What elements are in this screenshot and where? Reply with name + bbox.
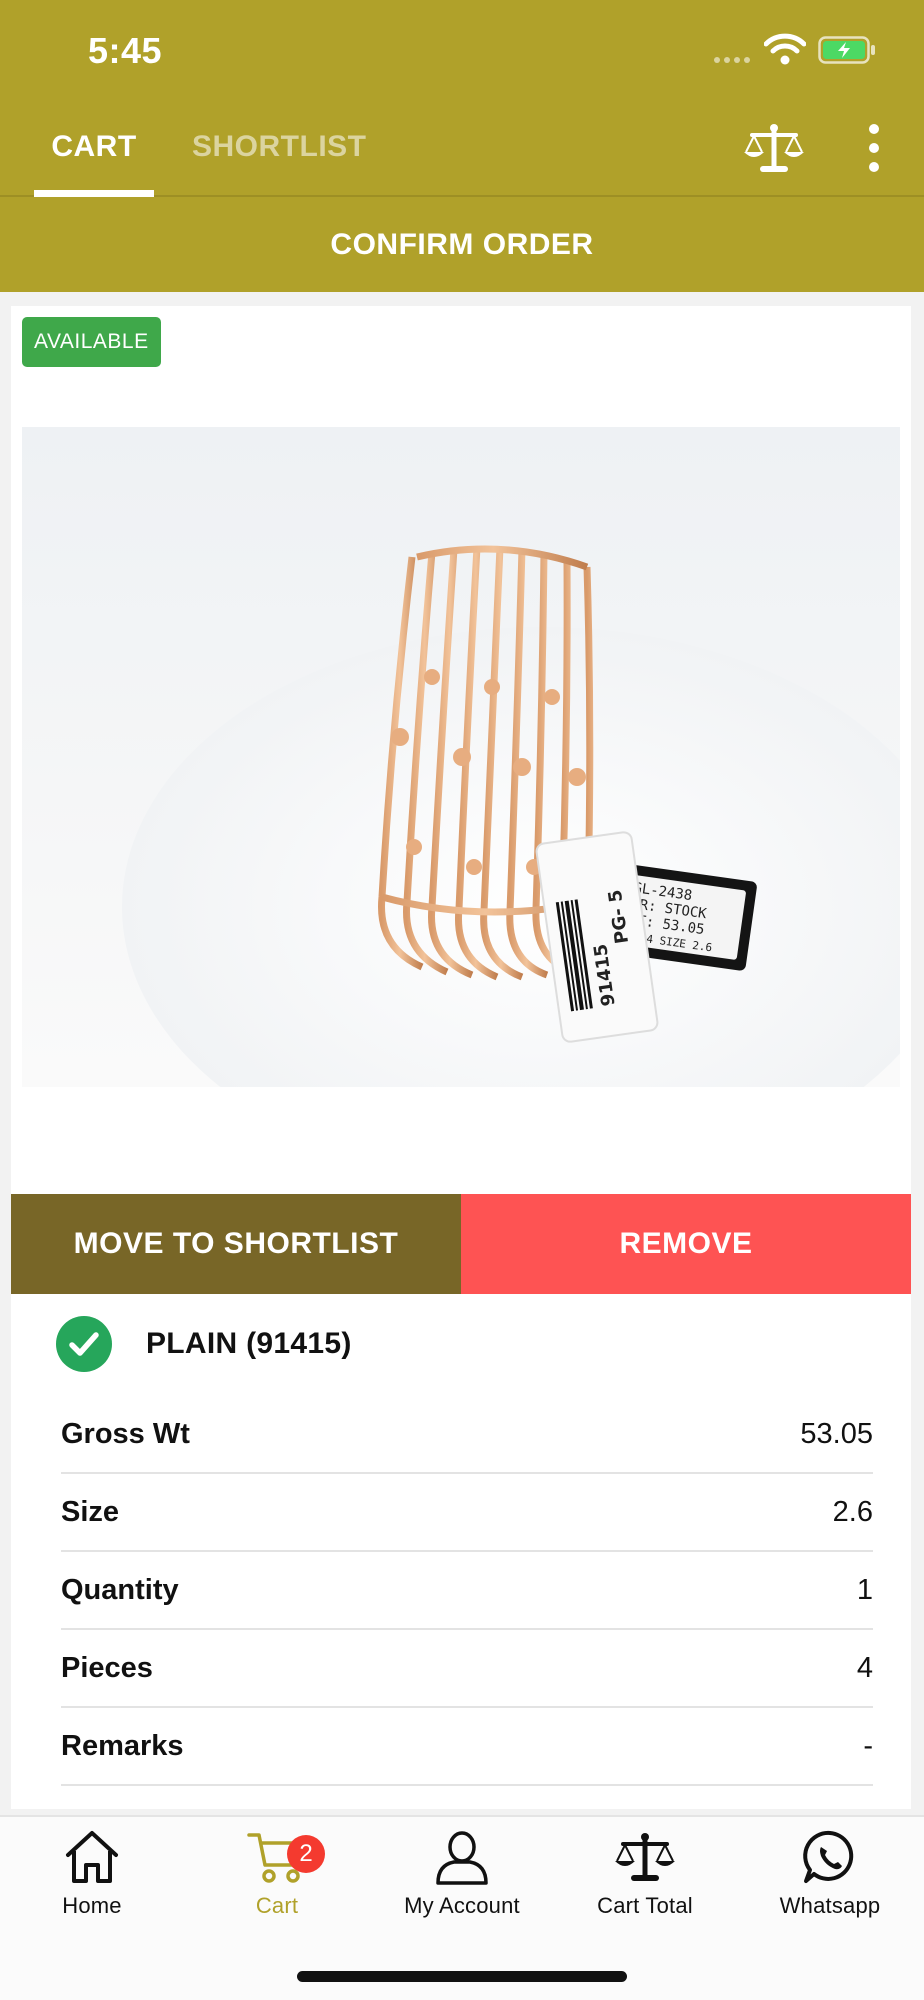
spec-label: Remarks xyxy=(61,1729,184,1762)
nav-cart-total-label: Cart Total xyxy=(597,1893,693,1918)
home-icon xyxy=(66,1831,118,1883)
availability-badge: AVAILABLE xyxy=(22,317,161,367)
nav-home[interactable]: Home xyxy=(0,1827,184,1937)
spec-value: - xyxy=(863,1729,873,1762)
cart-tabs: CART SHORTLIST xyxy=(0,100,924,197)
status-bar: 5:45 xyxy=(0,0,924,100)
app-header: 5:45 CART SHORTLIST CONFIRM ORDER xyxy=(0,0,924,292)
nav-my-account-label: My Account xyxy=(404,1893,520,1918)
nav-cart[interactable]: 2 Cart xyxy=(185,1827,369,1937)
move-to-shortlist-button[interactable]: MOVE TO SHORTLIST xyxy=(11,1194,461,1294)
spec-label: Pieces xyxy=(61,1651,153,1684)
cart-count-badge: 2 xyxy=(287,1835,325,1873)
remove-button[interactable]: REMOVE xyxy=(461,1194,911,1294)
spec-row-gross-wt: Gross Wt 53.05 xyxy=(61,1396,873,1474)
user-icon xyxy=(436,1831,488,1885)
product-name: PLAIN (91415) xyxy=(146,1327,352,1360)
scale-icon[interactable] xyxy=(744,122,804,174)
cellular-signal-icon xyxy=(714,57,750,63)
product-image[interactable]: GL-2438 OR: STOCK WT: 53.05 CE 4 SIZE 2.… xyxy=(22,427,900,1087)
nav-cart-total[interactable]: Cart Total xyxy=(553,1827,737,1937)
spec-value: 2.6 xyxy=(832,1495,873,1528)
confirm-order-button[interactable]: CONFIRM ORDER xyxy=(0,198,924,292)
nav-home-label: Home xyxy=(62,1893,122,1918)
product-specs: Gross Wt 53.05 Size 2.6 Quantity 1 Piece… xyxy=(61,1396,873,1786)
product-title-row: PLAIN (91415) xyxy=(56,1314,352,1374)
cart-item-card: AVAILABLE GL-2438 OR: STOCK WT: 53.05 CE… xyxy=(11,306,911,1809)
spec-row-size: Size 2.6 xyxy=(61,1474,873,1552)
battery-icon xyxy=(818,36,875,64)
nav-cart-label: Cart xyxy=(255,1893,299,1918)
tab-cart[interactable]: CART xyxy=(34,130,154,197)
whatsapp-icon xyxy=(803,1830,854,1883)
wifi-icon xyxy=(764,33,806,65)
spec-value: 4 xyxy=(856,1651,873,1684)
check-icon[interactable] xyxy=(56,1316,112,1372)
status-time: 5:45 xyxy=(88,30,163,71)
scale-icon xyxy=(615,1833,675,1881)
nav-whatsapp-label: Whatsapp xyxy=(779,1893,881,1918)
nav-whatsapp[interactable]: Whatsapp xyxy=(738,1827,922,1937)
spec-row-quantity: Quantity 1 xyxy=(61,1552,873,1630)
spec-value: 1 xyxy=(856,1573,873,1606)
home-indicator[interactable] xyxy=(297,1971,627,1982)
tab-shortlist[interactable]: SHORTLIST xyxy=(192,130,367,164)
nav-my-account[interactable]: My Account xyxy=(370,1827,554,1937)
spec-row-remarks: Remarks - xyxy=(61,1708,873,1786)
more-vertical-icon[interactable] xyxy=(860,120,888,176)
spec-row-pieces: Pieces 4 xyxy=(61,1630,873,1708)
item-actions: MOVE TO SHORTLIST REMOVE xyxy=(11,1194,911,1294)
spec-label: Quantity xyxy=(61,1573,179,1606)
spec-label: Gross Wt xyxy=(61,1417,190,1450)
spec-label: Size xyxy=(61,1495,120,1528)
spec-value: 53.05 xyxy=(800,1417,873,1450)
